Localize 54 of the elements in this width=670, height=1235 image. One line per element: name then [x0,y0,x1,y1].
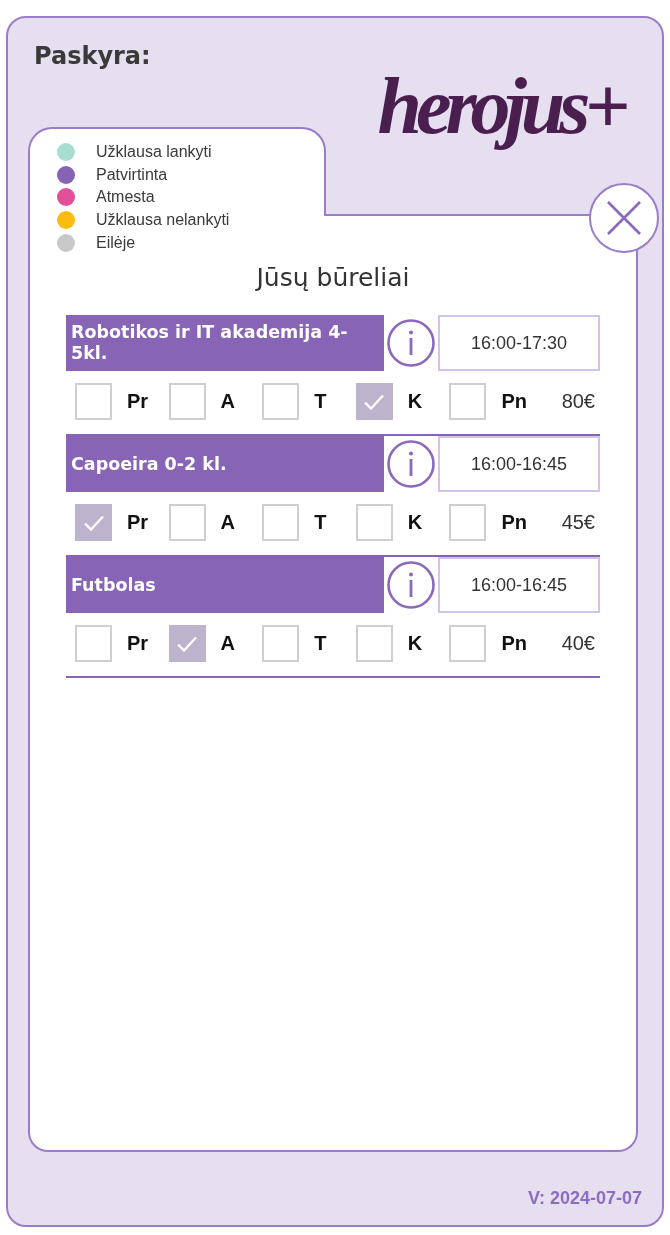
day-checkbox[interactable] [262,625,300,662]
day-label: T [314,390,327,413]
day-checkbox[interactable] [355,504,393,541]
day-label: Pr [127,390,149,413]
activity-title: Futbolas [66,557,384,613]
day-label: Pr [127,632,149,655]
price-text: 45€ [561,511,596,534]
day-label: K [407,632,423,655]
account-label: Paskyra: [34,42,151,70]
day-label: Pn [501,511,527,534]
price-text: 80€ [561,390,596,413]
check-icon [177,635,198,652]
day-label: Pn [501,390,527,413]
day-checkbox[interactable] [168,383,206,420]
day-checkbox[interactable] [75,625,112,662]
day-checkbox[interactable] [449,625,487,662]
legend-label: Eilėje [96,233,136,252]
legend-label: Užklausa nelankyti [96,211,230,230]
legend-label: Užklausa lankyti [96,143,212,162]
day-label: K [407,511,423,534]
day-label: A [220,511,236,534]
check-icon [83,514,104,531]
day-checkbox[interactable] [355,383,393,420]
info-icon[interactable] [387,319,435,367]
version-label: V: 2024-07-07 [527,1187,642,1210]
day-checkbox[interactable] [449,504,487,541]
panel-title: Jūsų būreliai [256,263,410,292]
legend-label: Atmesta [96,188,155,207]
day-label: A [220,390,236,413]
day-label: Pr [127,511,149,534]
day-label: K [407,390,423,413]
price-text: 40€ [561,632,596,655]
time-slot: 16:00-16:45 [438,436,600,492]
day-label: T [314,632,327,655]
day-checkbox[interactable] [75,504,112,541]
day-checkbox[interactable] [449,383,487,420]
activity-title: Robotikos ir IT akademija 4-5kl. [66,315,384,371]
day-checkbox[interactable] [262,504,300,541]
day-label: A [220,632,236,655]
day-checkbox[interactable] [168,625,206,662]
time-slot: 16:00-16:45 [438,557,600,613]
info-icon[interactable] [387,561,435,609]
day-checkbox[interactable] [262,383,300,420]
activity-title: Capoeira 0-2 kl. [66,436,384,492]
info-icon[interactable] [387,440,435,488]
day-checkbox[interactable] [75,383,112,420]
day-checkbox[interactable] [168,504,206,541]
day-label: Pn [501,632,527,655]
legend-label: Patvirtinta [96,165,168,184]
day-label: T [314,511,327,534]
time-slot: 16:00-17:30 [438,315,600,371]
close-icon [606,200,642,236]
check-icon [364,393,385,410]
day-checkbox[interactable] [355,625,393,662]
